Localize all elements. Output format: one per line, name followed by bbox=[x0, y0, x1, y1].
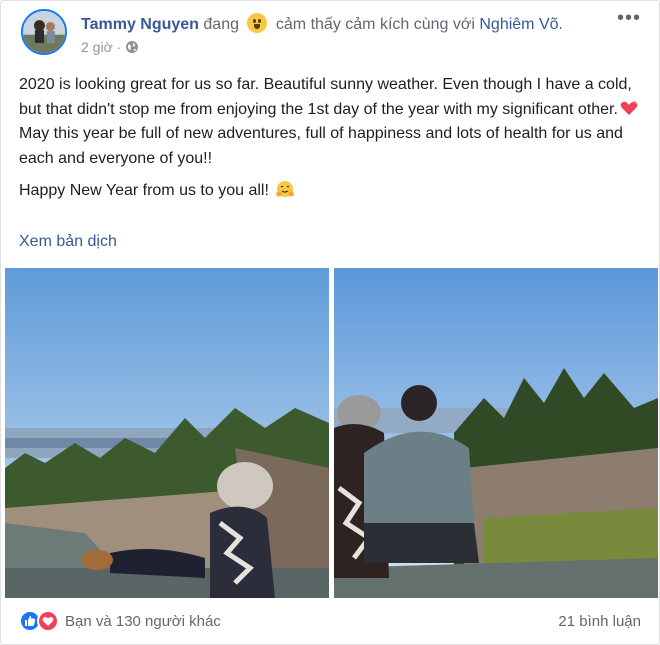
author-name[interactable]: Tammy Nguyen bbox=[81, 16, 199, 33]
post-header: Tammy Nguyen đang cảm thấy cảm kích cùng… bbox=[81, 13, 563, 34]
post-card: Tammy Nguyen đang cảm thấy cảm kích cùng… bbox=[0, 0, 660, 645]
meta-separator: · bbox=[116, 39, 122, 55]
post-meta: 2 giờ · bbox=[81, 39, 139, 55]
post-body: 2020 is looking great for us so far. Bea… bbox=[19, 73, 649, 204]
post-paragraph-2: May this year be full of new adventures,… bbox=[19, 125, 623, 167]
smiling-emoji-icon bbox=[247, 13, 268, 33]
avatar-photo bbox=[23, 11, 65, 53]
post-photo-2[interactable] bbox=[334, 268, 658, 598]
author-avatar[interactable] bbox=[21, 9, 67, 55]
post-photo-1[interactable] bbox=[5, 268, 329, 598]
photo-couple-view bbox=[334, 268, 658, 598]
hugging-emoji-icon bbox=[276, 181, 295, 197]
feeling-prefix: đang bbox=[203, 16, 239, 33]
see-translation-link[interactable]: Xem bản dịch bbox=[19, 233, 117, 251]
more-options-button[interactable]: ••• bbox=[617, 8, 641, 28]
photo-mountain-view-woman bbox=[5, 268, 329, 598]
globe-icon[interactable] bbox=[125, 40, 139, 54]
feeling-text: cảm thấy cảm kích cùng với bbox=[275, 16, 475, 33]
comment-count-link[interactable]: 21 bình luận bbox=[558, 613, 641, 630]
heart-emoji-icon bbox=[620, 100, 638, 115]
post-paragraph-3: Happy New Year from us to you all! bbox=[19, 179, 649, 204]
love-reaction-icon bbox=[37, 610, 59, 632]
post-paragraph-1: 2020 is looking great for us so far. Bea… bbox=[19, 73, 649, 122]
post-timestamp[interactable]: 2 giờ bbox=[81, 39, 113, 55]
reaction-summary[interactable]: Bạn và 130 người khác bbox=[19, 610, 221, 632]
tagged-person[interactable]: Nghiêm Võ. bbox=[479, 16, 563, 33]
reaction-count-text[interactable]: Bạn và 130 người khác bbox=[65, 613, 221, 630]
